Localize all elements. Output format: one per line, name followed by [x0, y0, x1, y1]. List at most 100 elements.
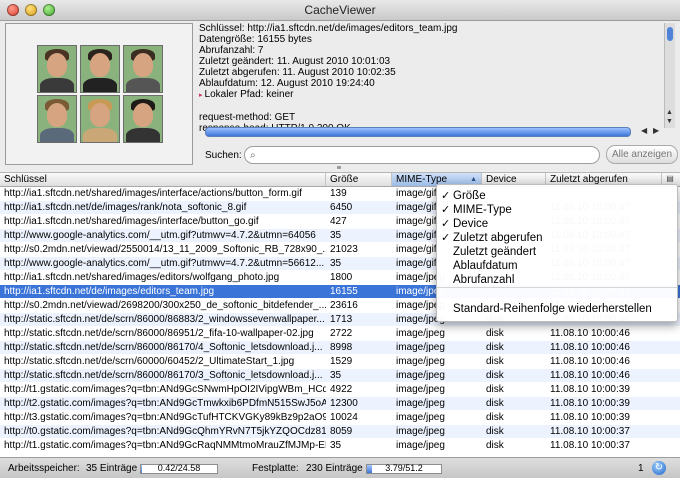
face-photo	[123, 45, 163, 93]
cell-key: http://static.sftcdn.net/de/scrn/86000/8…	[4, 314, 325, 325]
memory-entries: 35 Einträge	[86, 463, 138, 474]
cell-mime: image/jpeg	[396, 398, 445, 409]
cell-key: http://t2.gstatic.com/images?q=tbn:ANd9G…	[4, 398, 326, 409]
cell-mime: image/jpeg	[396, 426, 445, 437]
cell-size: 427	[330, 216, 347, 227]
search-input[interactable]	[263, 148, 597, 163]
scroll-down-icon[interactable]: ▼	[666, 118, 673, 125]
menu-item-label: MIME-Type	[453, 204, 512, 216]
menu-item-reset-order[interactable]: Standard-Reihenfolge wiederherstellen	[437, 302, 677, 317]
cell-key: http://ia1.sftcdn.net/de/images/editors_…	[4, 286, 215, 297]
table-row[interactable]: http://static.sftcdn.net/de/scrn/86000/8…	[0, 369, 680, 382]
column-header-key[interactable]: Schlüssel	[0, 173, 326, 186]
disk-entries: 230 Einträge	[306, 463, 363, 474]
details-vertical-scrollbar[interactable]: ▲ ▼	[664, 23, 675, 128]
cell-size: 21023	[330, 244, 358, 255]
cell-size: 4922	[330, 384, 353, 395]
menu-item-column[interactable]: ✓ Größe	[437, 189, 677, 204]
cell-size: 8998	[330, 342, 353, 353]
menu-item-label: Device	[453, 218, 489, 230]
table-row[interactable]: http://static.sftcdn.net/de/scrn/86000/8…	[0, 327, 680, 340]
cell-key: http://t1.gstatic.com/images?q=tbn:ANd9G…	[4, 440, 326, 451]
detail-request-method: request-method: GET	[199, 112, 296, 123]
menu-item-label: Ablaufdatum	[453, 260, 518, 272]
cell-last-fetched: 11.08.10 10:00:39	[550, 412, 630, 423]
cell-key: http://static.sftcdn.net/de/scrn/86000/8…	[4, 328, 314, 339]
cell-key: http://s0.2mdn.net/viewad/2550014/13_11_…	[4, 244, 326, 255]
cell-key: http://www.google-analytics.com/__utm.gi…	[4, 230, 316, 241]
page-number: 1	[638, 463, 644, 474]
cell-key: http://t1.gstatic.com/images?q=tbn:ANd9G…	[4, 384, 326, 395]
cell-last-fetched: 11.08.10 10:00:46	[550, 342, 630, 353]
table-row[interactable]: http://t0.gstatic.com/images?q=tbn:ANd9G…	[0, 425, 680, 438]
menu-item-label: Abrufanzahl	[453, 274, 515, 286]
menu-item-label: Zuletzt geändert	[453, 246, 537, 258]
face-photo	[80, 45, 120, 93]
refresh-icon[interactable]: ↻	[652, 461, 666, 475]
cell-device: disk	[486, 412, 504, 423]
face-photo	[37, 95, 77, 143]
cell-size: 2722	[330, 328, 353, 339]
checkmark-icon: ✓	[441, 218, 451, 230]
search-field[interactable]: ⌕	[244, 146, 600, 164]
table-row[interactable]: http://t2.gstatic.com/images?q=tbn:ANd9G…	[0, 397, 680, 410]
image-preview	[5, 23, 193, 165]
cell-mime: image/jpeg	[396, 370, 445, 381]
menu-item-label: Zuletzt abgerufen	[453, 232, 543, 244]
search-label: Suchen:	[205, 150, 242, 161]
splitter-handle[interactable]	[337, 166, 341, 169]
scroll-left-icon[interactable]: ◀	[641, 126, 647, 135]
menu-separator	[437, 287, 677, 288]
cell-size: 35	[330, 258, 342, 269]
menu-item-column[interactable]: Abrufanzahl	[437, 273, 677, 288]
cell-key: http://ia1.sftcdn.net/de/images/rank/not…	[4, 202, 247, 213]
cell-mime: image/jpeg	[396, 356, 445, 367]
cell-mime: image/jpeg	[396, 412, 445, 423]
cell-size: 35	[330, 230, 342, 241]
scroll-right-icon[interactable]: ▶	[653, 126, 659, 135]
cell-last-fetched: 11.08.10 10:00:37	[550, 440, 630, 451]
menu-item-column[interactable]: ✓ MIME-Type	[437, 203, 677, 218]
menu-item-column[interactable]: Ablaufdatum	[437, 259, 677, 274]
show-all-button[interactable]: Alle anzeigen	[606, 145, 678, 164]
cell-size: 6450	[330, 202, 353, 213]
cell-size: 1529	[330, 356, 353, 367]
editors-team-photo	[37, 45, 163, 143]
cell-key: http://static.sftcdn.net/de/scrn/86000/8…	[4, 370, 323, 381]
cell-size: 139	[330, 188, 347, 199]
table-row[interactable]: http://static.sftcdn.net/de/scrn/60000/6…	[0, 355, 680, 368]
cell-device: disk	[486, 328, 504, 339]
detail-blank	[199, 101, 661, 112]
title-bar[interactable]: CacheViewer	[0, 0, 680, 21]
cell-last-fetched: 11.08.10 10:00:46	[550, 370, 630, 381]
detail-fetched: Zuletzt abgerufen: 11. August 2010 10:02…	[199, 67, 396, 78]
scroll-up-icon[interactable]: ▲	[666, 109, 673, 116]
cell-last-fetched: 11.08.10 10:00:39	[550, 384, 630, 395]
scroll-thumb-horizontal[interactable]	[205, 127, 631, 137]
cell-device: disk	[486, 342, 504, 353]
cell-key: http://ia1.sftcdn.net/shared/images/edit…	[4, 272, 280, 283]
checkmark-icon: ✓	[441, 190, 451, 202]
memory-usage-meter: 0.42/24.58	[140, 463, 218, 474]
table-row[interactable]: http://t1.gstatic.com/images?q=tbn:ANd9G…	[0, 383, 680, 396]
scroll-thumb[interactable]	[667, 27, 673, 41]
menu-item-column[interactable]: ✓ Device	[437, 217, 677, 232]
column-header-size[interactable]: Größe	[326, 173, 392, 186]
detail-key: Schlüssel: http://ia1.sftcdn.net/de/imag…	[199, 23, 458, 34]
cell-last-fetched: 11.08.10 10:00:37	[550, 426, 630, 437]
cell-mime: image/jpeg	[396, 384, 445, 395]
memory-usage: 0.42/24.58	[157, 463, 201, 473]
details-horizontal-scrollbar[interactable]: ◀ ▶	[205, 126, 673, 137]
table-row[interactable]: http://static.sftcdn.net/de/scrn/86000/8…	[0, 341, 680, 354]
table-row[interactable]: http://t3.gstatic.com/images?q=tbn:ANd9G…	[0, 411, 680, 424]
menu-item-column[interactable]: Zuletzt geändert	[437, 245, 677, 260]
cell-size: 35	[330, 370, 342, 381]
cell-size: 16155	[330, 286, 358, 297]
disk-label: Festplatte:	[252, 463, 299, 474]
column-chooser-icon[interactable]: ▤	[664, 174, 676, 184]
cacheviewer-window: CacheViewer Schlüssel: http://ia1.sftcdn…	[0, 0, 680, 478]
status-bar: Arbeitsspeicher: 35 Einträge 0.42/24.58 …	[0, 457, 680, 478]
menu-item-column[interactable]: ✓ Zuletzt abgerufen	[437, 231, 677, 246]
table-row[interactable]: http://t1.gstatic.com/images?q=tbn:ANd9G…	[0, 439, 680, 452]
detail-size: Datengröße: 16155 bytes	[199, 34, 312, 45]
